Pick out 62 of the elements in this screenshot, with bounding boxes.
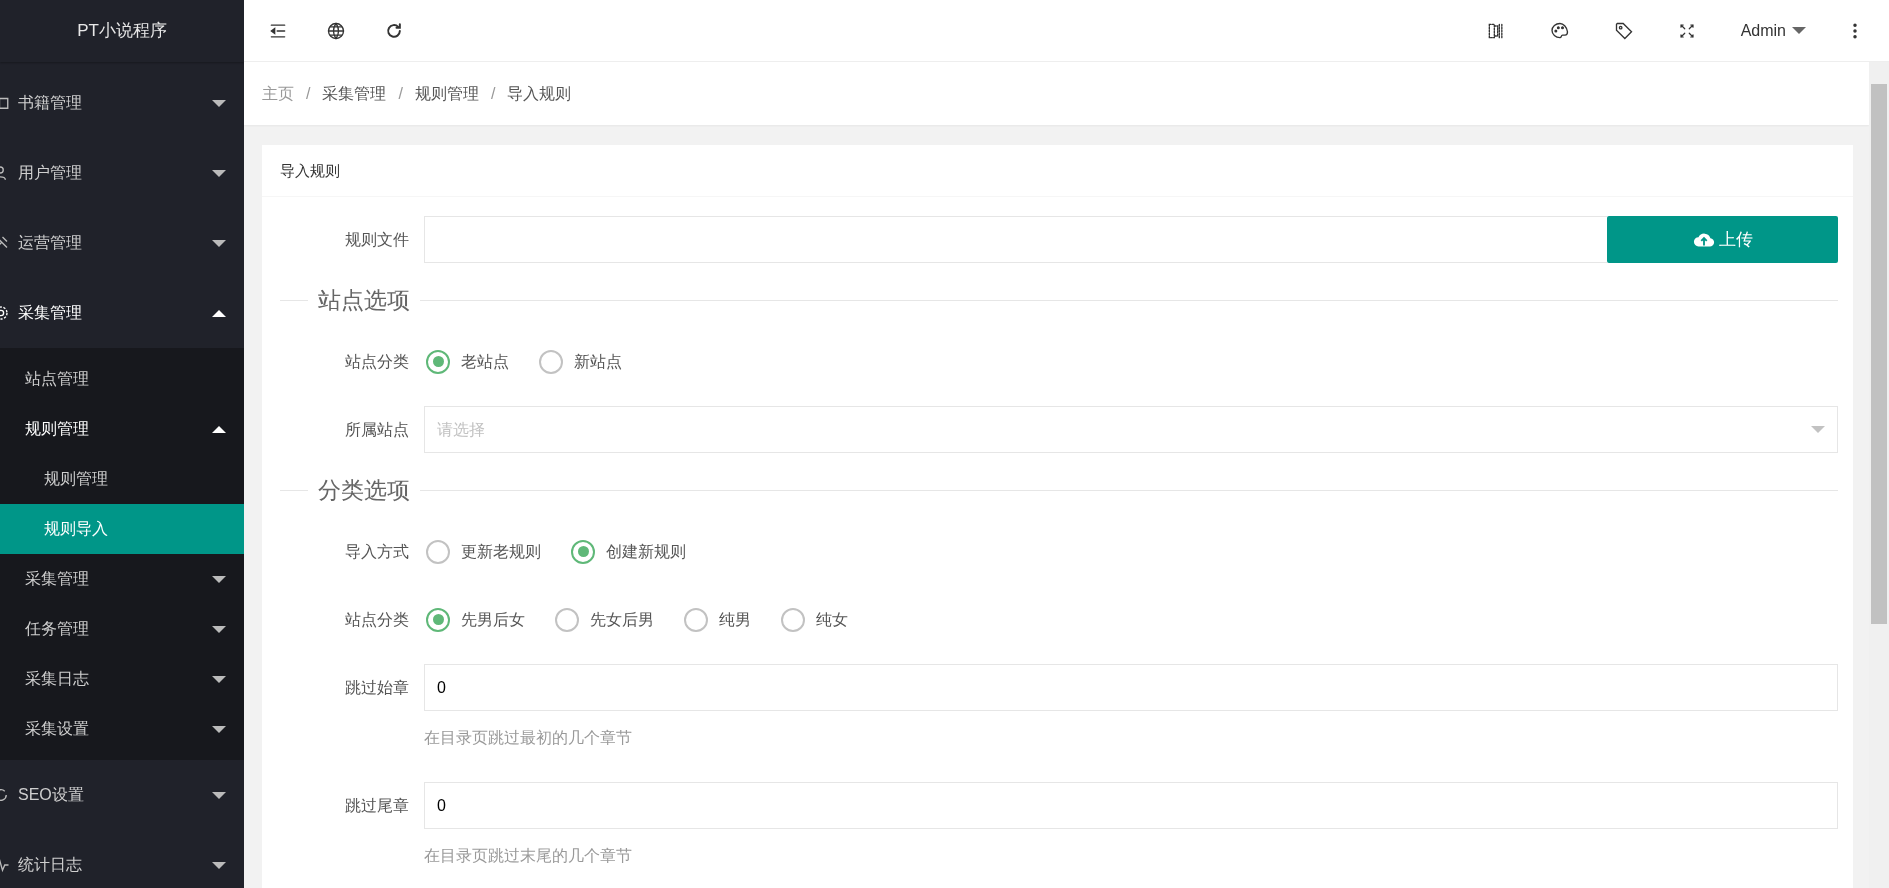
- field-label: 跳过尾章: [344, 795, 410, 816]
- field-label: 所属站点: [344, 419, 410, 440]
- breadcrumb-link[interactable]: 导入规则: [507, 81, 572, 106]
- globe-icon[interactable]: [326, 20, 346, 41]
- radio-option[interactable]: 创建新规则: [571, 539, 686, 564]
- refresh-icon[interactable]: [384, 20, 404, 41]
- sidebar-subitem[interactable]: 规则导入: [0, 504, 244, 554]
- section-title: 分类选项: [317, 475, 411, 505]
- radio-option[interactable]: 纯女: [781, 607, 848, 632]
- sidebar-item[interactable]: 采集管理: [0, 278, 244, 348]
- sidebar-item[interactable]: 书籍管理: [0, 68, 244, 138]
- sidebar-item[interactable]: 统计日志: [0, 830, 244, 888]
- card-title: 导入规则: [262, 145, 1853, 197]
- section-title: 站点选项: [317, 285, 411, 315]
- caret-icon: [212, 239, 226, 247]
- sidebar-subitem[interactable]: 规则管理: [0, 404, 244, 454]
- caret-icon: [212, 309, 226, 317]
- caret-icon: [212, 725, 226, 733]
- breadcrumb-separator: /: [490, 83, 496, 104]
- number-input-field[interactable]: 0: [424, 664, 1838, 711]
- radio-option[interactable]: 老站点: [426, 349, 509, 374]
- caret-icon: [212, 575, 226, 583]
- radio-option[interactable]: 先女后男: [555, 607, 654, 632]
- sidebar-item[interactable]: 用户管理: [0, 138, 244, 208]
- field-label: 站点分类: [344, 351, 410, 372]
- caret-icon: [212, 425, 226, 433]
- user-menu-button[interactable]: Admin: [1739, 17, 1807, 44]
- field-label: 跳过始章: [344, 677, 410, 698]
- palette-icon[interactable]: [1549, 20, 1570, 41]
- caret-icon: [212, 675, 226, 683]
- sidebar-subitem[interactable]: 站点管理: [0, 354, 244, 404]
- field-label: 站点分类: [344, 609, 410, 630]
- caret-icon: [212, 99, 226, 107]
- sidebar-subitem[interactable]: 采集日志: [0, 654, 244, 704]
- radio-option[interactable]: 先男后女: [426, 607, 525, 632]
- radio-option[interactable]: 纯男: [684, 607, 751, 632]
- tag-icon[interactable]: [1613, 20, 1634, 41]
- field-label: 规则文件: [344, 229, 410, 250]
- help-text: 在目录页跳过末尾的几个章节: [424, 846, 633, 866]
- number-input-field[interactable]: 0: [424, 782, 1838, 829]
- file-input-field[interactable]: [424, 216, 1607, 263]
- breadcrumb-link[interactable]: 采集管理: [322, 81, 387, 106]
- caret-icon: [212, 169, 226, 177]
- field-label: 导入方式: [344, 541, 410, 562]
- breadcrumb-separator: /: [398, 83, 403, 104]
- caret-icon: [212, 791, 226, 799]
- sidebar-subitem[interactable]: 任务管理: [0, 604, 244, 654]
- help-text: 在目录页跳过最初的几个章节: [424, 728, 633, 748]
- caret-icon: [212, 861, 226, 869]
- sidebar-item[interactable]: SEO设置: [0, 760, 244, 830]
- radio-option[interactable]: 更新老规则: [426, 539, 541, 564]
- upload-button[interactable]: 上传: [1607, 216, 1838, 263]
- breadcrumb-separator: /: [306, 83, 311, 104]
- sidebar-subitem[interactable]: 采集管理: [0, 554, 244, 604]
- fullscreen-icon[interactable]: [1677, 21, 1696, 40]
- sidebar-item[interactable]: 运营管理: [0, 208, 244, 278]
- app-logo-title: PT小说程序: [0, 0, 244, 62]
- breadcrumb-link[interactable]: 规则管理: [414, 81, 479, 106]
- sidebar-subitem[interactable]: 规则管理: [0, 454, 244, 504]
- caret-icon: [212, 625, 226, 633]
- sidebar-subitem[interactable]: 采集设置: [0, 704, 244, 754]
- radio-option[interactable]: 新站点: [539, 349, 622, 374]
